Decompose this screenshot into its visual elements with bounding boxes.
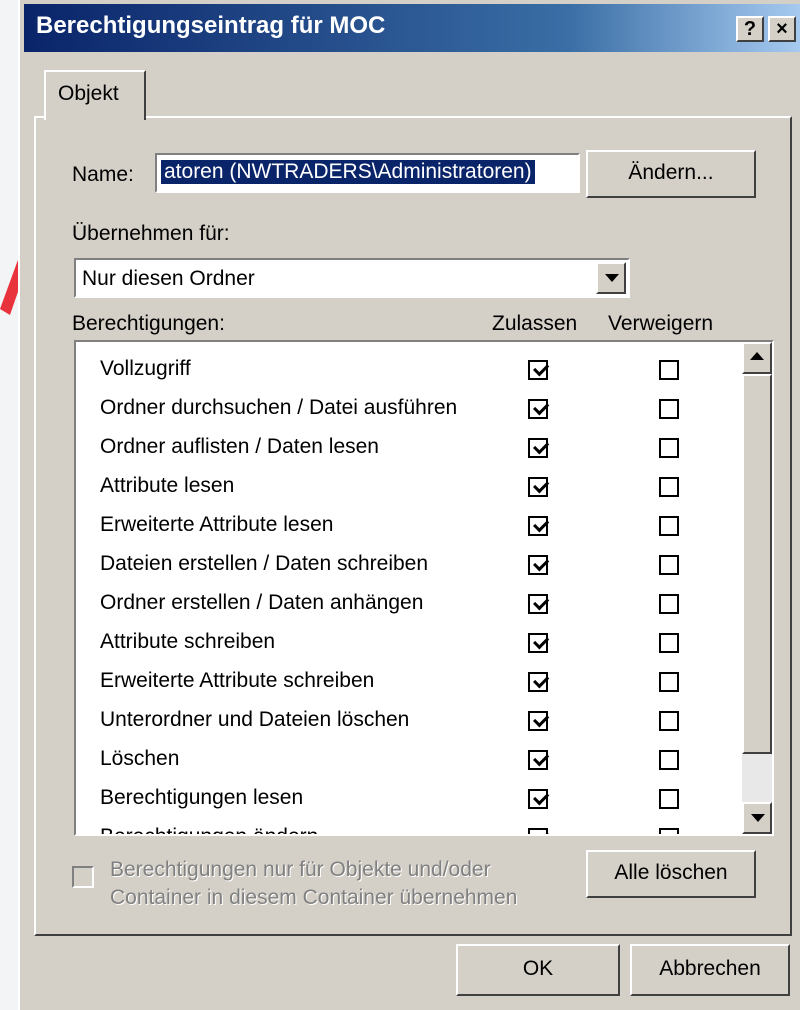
permissions-list[interactable]: Vollzugriff Ordner durchsuchen / Datei au… <box>74 340 774 836</box>
permission-row: Berechtigungen lesen <box>76 779 726 818</box>
ok-button[interactable]: OK <box>456 944 620 996</box>
permission-label: Löschen <box>100 747 180 770</box>
chevron-up-icon <box>750 352 764 360</box>
allow-checkbox[interactable] <box>528 789 550 809</box>
deny-checkbox[interactable] <box>659 672 679 692</box>
permission-row: Löschen <box>76 740 726 779</box>
name-field[interactable]: atoren (NWTRADERS\Administratoren) <box>155 153 580 193</box>
permission-label: Unterordner und Dateien löschen <box>100 708 410 731</box>
deny-checkbox[interactable] <box>659 750 679 770</box>
permission-label: Ordner auflisten / Daten lesen <box>100 435 379 458</box>
permission-label: Ordner erstellen / Daten anhängen <box>100 591 424 614</box>
permission-row: Vollzugriff <box>76 350 726 389</box>
window-title: Berechtigungseintrag für MOC <box>36 12 386 39</box>
permission-label: Attribute lesen <box>100 474 235 497</box>
permission-label: Ordner durchsuchen / Datei ausführen <box>100 396 458 419</box>
check-icon <box>533 711 550 728</box>
deny-checkbox[interactable] <box>659 828 679 834</box>
permission-entry-dialog: Berechtigungseintrag für MOC ? × Objekt … <box>18 0 800 1010</box>
cancel-button[interactable]: Abbrechen <box>630 944 790 996</box>
permission-row: Ordner erstellen / Daten anhängen <box>76 584 726 623</box>
check-icon <box>533 438 550 455</box>
permission-row: Dateien erstellen / Daten schreiben <box>76 545 726 584</box>
deny-checkbox[interactable] <box>659 711 679 731</box>
change-button[interactable]: Ändern... <box>586 150 756 198</box>
scrollbar[interactable] <box>742 342 772 834</box>
check-icon <box>533 672 550 689</box>
tab-label: Objekt <box>58 82 119 105</box>
permission-label: Berechtigungen lesen <box>100 786 304 809</box>
check-icon <box>533 399 550 416</box>
apply-to-label: Übernehmen für: <box>72 222 230 245</box>
deny-checkbox[interactable] <box>659 516 679 536</box>
apply-to-value: Nur diesen Ordner <box>82 267 255 290</box>
allow-checkbox[interactable] <box>528 672 550 692</box>
check-icon <box>533 789 550 806</box>
check-icon <box>533 633 550 650</box>
name-value: atoren (NWTRADERS\Administratoren) <box>161 160 535 184</box>
check-icon <box>533 594 550 611</box>
permission-label: Dateien erstellen / Daten schreiben <box>100 552 429 575</box>
permission-label: Attribute schreiben <box>100 630 276 653</box>
name-label: Name: <box>72 163 134 186</box>
inherit-checkbox[interactable] <box>72 866 94 888</box>
permission-row: Attribute schreiben <box>76 623 726 662</box>
inherit-label-line1: Berechtigungen nur für Objekte und/oder <box>110 858 491 881</box>
allow-checkbox[interactable] <box>528 399 550 419</box>
inherit-label-line2: Container in diesem Container übernehmen <box>110 886 518 909</box>
allow-checkbox[interactable] <box>528 633 550 653</box>
permission-row: Berechtigungen ändern <box>76 818 726 834</box>
deny-checkbox[interactable] <box>659 477 679 497</box>
clear-all-button[interactable]: Alle löschen <box>586 850 756 898</box>
chevron-down-icon <box>605 274 619 282</box>
title-bar[interactable]: Berechtigungseintrag für MOC ? × <box>24 4 800 52</box>
close-button[interactable]: × <box>768 16 796 42</box>
permission-row: Erweiterte Attribute lesen <box>76 506 726 545</box>
allow-checkbox[interactable] <box>528 438 550 458</box>
dropdown-button[interactable] <box>596 262 626 294</box>
check-icon <box>533 555 550 572</box>
check-icon <box>533 477 550 494</box>
permissions-label: Berechtigungen: <box>72 312 225 335</box>
permission-row: Attribute lesen <box>76 467 726 506</box>
scroll-up-button[interactable] <box>742 342 772 374</box>
deny-column-header: Verweigern <box>608 312 714 335</box>
deny-checkbox[interactable] <box>659 555 679 575</box>
check-icon <box>533 750 550 767</box>
deny-checkbox[interactable] <box>659 438 679 458</box>
permission-row: Erweiterte Attribute schreiben <box>76 662 726 701</box>
permission-label: Erweiterte Attribute schreiben <box>100 669 375 692</box>
allow-checkbox[interactable] <box>528 828 550 834</box>
permission-row: Ordner auflisten / Daten lesen <box>76 428 726 467</box>
permission-label: Erweiterte Attribute lesen <box>100 513 334 536</box>
permission-row: Ordner durchsuchen / Datei ausführen <box>76 389 726 428</box>
allow-checkbox[interactable] <box>528 477 550 497</box>
allow-checkbox[interactable] <box>528 360 550 380</box>
allow-column-header: Zulassen <box>492 312 578 335</box>
scroll-thumb[interactable] <box>742 374 772 754</box>
deny-checkbox[interactable] <box>659 594 679 614</box>
check-icon <box>533 516 550 533</box>
scroll-down-button[interactable] <box>742 802 772 834</box>
allow-checkbox[interactable] <box>528 750 550 770</box>
check-icon <box>533 828 550 834</box>
tab-objekt[interactable]: Objekt <box>44 70 146 120</box>
allow-checkbox[interactable] <box>528 594 550 614</box>
permission-label: Vollzugriff <box>100 357 191 380</box>
apply-to-dropdown[interactable]: Nur diesen Ordner <box>74 258 630 298</box>
help-button[interactable]: ? <box>736 16 764 42</box>
permission-label: Berechtigungen ändern <box>100 825 318 834</box>
allow-checkbox[interactable] <box>528 711 550 731</box>
allow-checkbox[interactable] <box>528 555 550 575</box>
allow-checkbox[interactable] <box>528 516 550 536</box>
deny-checkbox[interactable] <box>659 399 679 419</box>
permission-row: Unterordner und Dateien löschen <box>76 701 726 740</box>
chevron-down-icon <box>751 814 765 822</box>
check-icon <box>533 360 550 377</box>
deny-checkbox[interactable] <box>659 360 679 380</box>
deny-checkbox[interactable] <box>659 789 679 809</box>
deny-checkbox[interactable] <box>659 633 679 653</box>
